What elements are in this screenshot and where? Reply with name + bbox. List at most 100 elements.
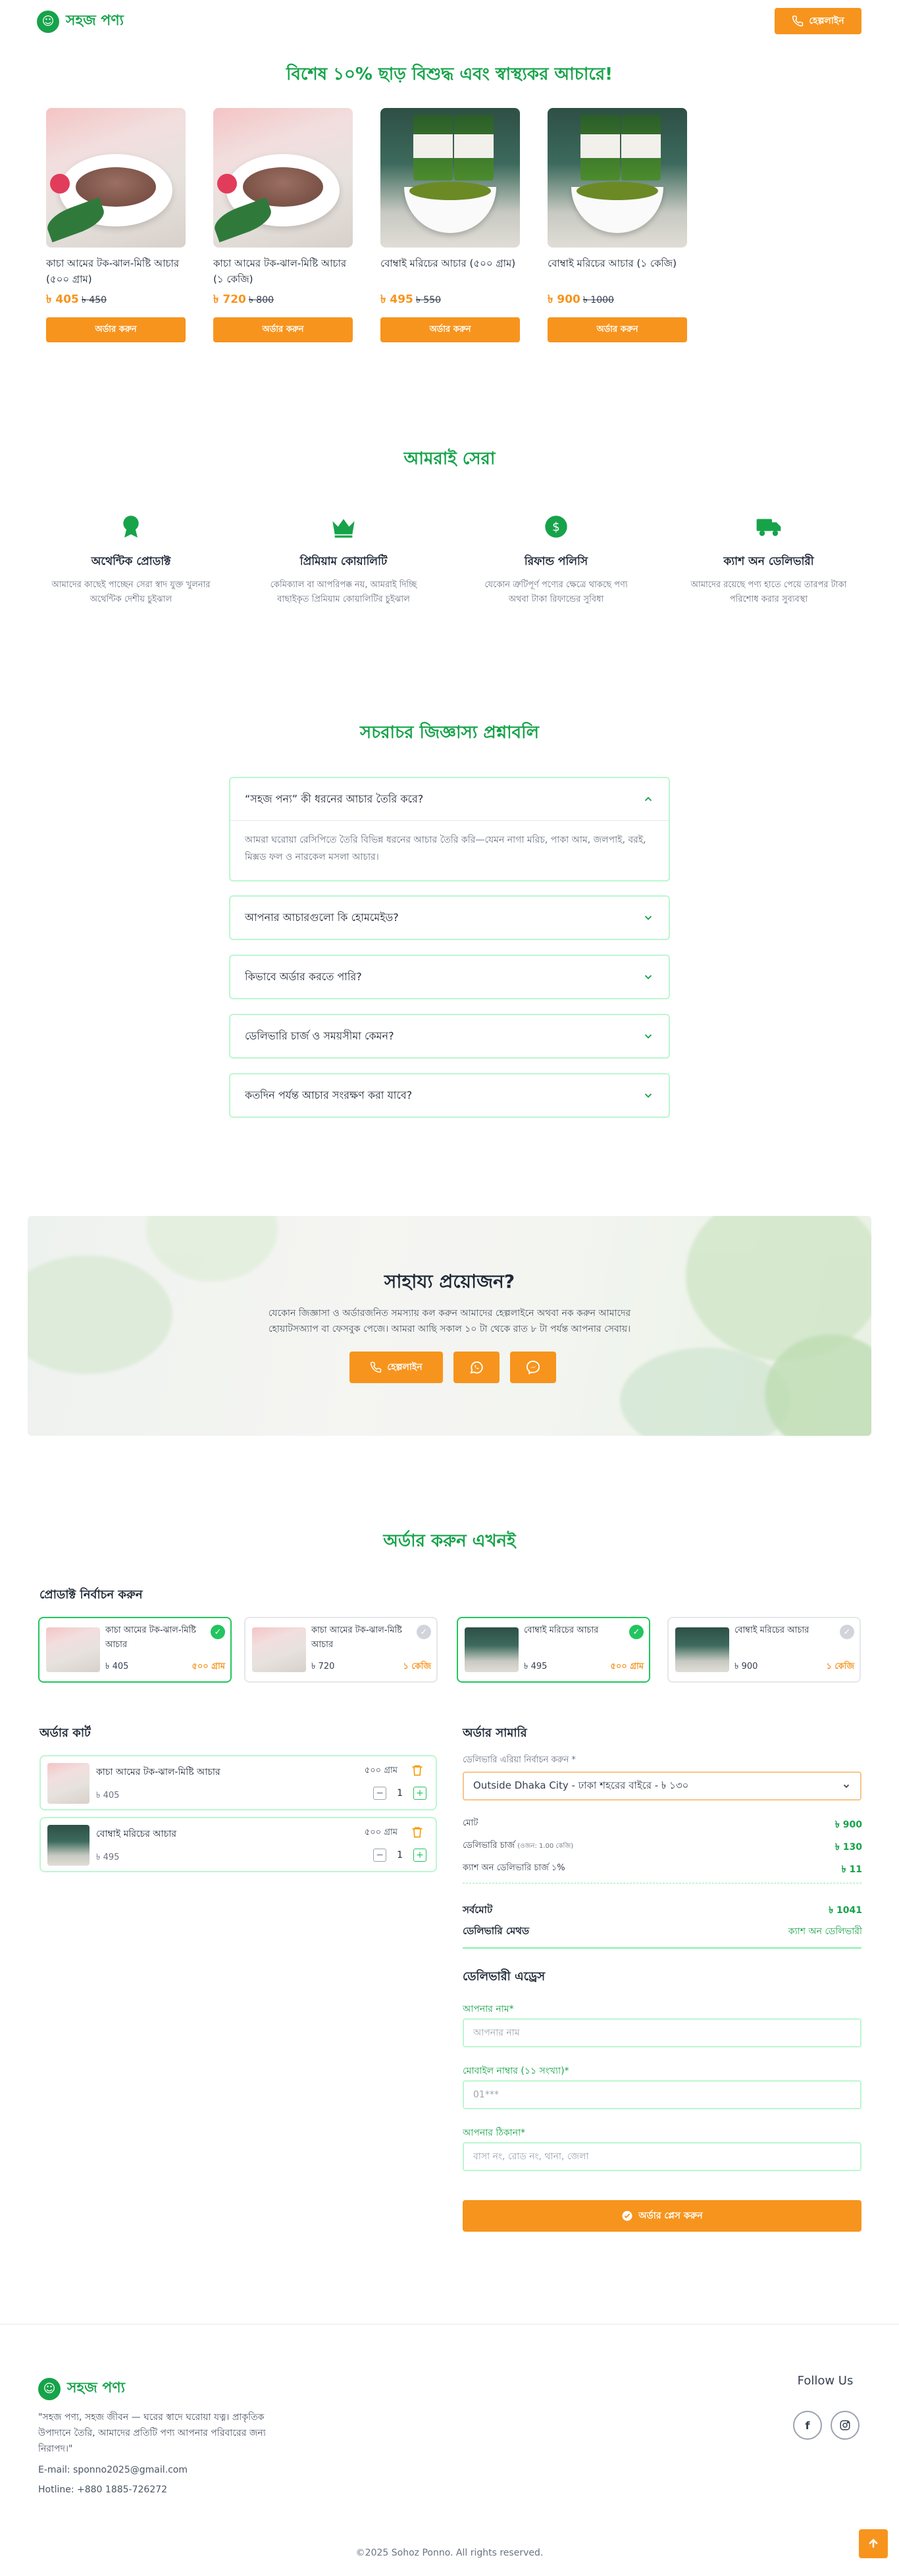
helpline-button[interactable]: হেল্পলাইন bbox=[775, 8, 861, 34]
product-image[interactable] bbox=[213, 108, 353, 248]
product-image[interactable] bbox=[380, 108, 520, 248]
brand-name: সহজ পণ্য bbox=[66, 13, 124, 29]
option-name: কাচা আমের টক-ঝাল-মিষ্টি আচার bbox=[311, 1625, 402, 1650]
whatsapp-button[interactable] bbox=[453, 1352, 500, 1383]
cod-charge-value: ৳ 11 bbox=[841, 1864, 862, 1875]
product-thumbnail bbox=[465, 1627, 519, 1672]
phone-label: মোবাইল নাম্বার (১১ সংখ্যা)* bbox=[463, 2066, 569, 2076]
facebook-icon[interactable]: f bbox=[793, 2411, 822, 2440]
why-title: আমরাই সেরা bbox=[403, 449, 496, 469]
product-option[interactable]: বোম্বাই মরিচের আচার ৳ 900 ১ কেজি ✓ bbox=[667, 1617, 861, 1683]
delivery-area-select[interactable]: Outside Dhaka City - ঢাকা শহরের বাইরে - … bbox=[463, 1772, 861, 1801]
product-image[interactable] bbox=[548, 108, 687, 248]
chevron-down-icon bbox=[843, 1784, 850, 1788]
old-price: ৳ 1000 bbox=[582, 295, 614, 305]
delivery-method-label: ডেলিভারি মেথড bbox=[463, 1925, 530, 1937]
faq-question[interactable]: কিভাবে অর্ডার করতে পারি? bbox=[230, 956, 669, 998]
helpline-label: হেল্পলাইন bbox=[809, 16, 844, 26]
order-title: অর্ডার করুন এখনই bbox=[383, 1531, 516, 1551]
trash-icon[interactable] bbox=[411, 1763, 424, 1777]
product-option[interactable]: কাচা আমের টক-ঝাল-মিষ্টি আচার ৳ 405 ৫০০ গ… bbox=[38, 1617, 232, 1683]
decrease-button[interactable]: − bbox=[373, 1849, 387, 1862]
feature-card: প্রিমিয়াম কোয়ালিটি কেমিক্যাল বা আপরিপক… bbox=[261, 513, 426, 607]
product-option[interactable]: বোম্বাই মরিচের আচার ৳ 495 ৫০০ গ্রাম ✓ bbox=[457, 1617, 650, 1683]
cart-item: কাচা আমের টক-ঝাল-মিষ্টি আচার ৳ 405 ৫০০ গ… bbox=[39, 1755, 437, 1810]
product-card: কাচা আমের টক-ঝাল-মিষ্টি আচার (১ কেজি) ৳ … bbox=[213, 108, 353, 342]
footer-email: E-mail: sponno2025@gmail.com bbox=[38, 2465, 188, 2475]
feature-title: রিফান্ড পলিসি bbox=[524, 555, 588, 568]
delivery-charge-label: ডেলিভারি চার্জ (ওজন: 1.00 কেজি) bbox=[463, 1841, 574, 1851]
certificate-icon bbox=[123, 515, 139, 538]
product-name: কাচা আমের টক-ঝাল-মিষ্টি আচার (৫০০ গ্রাম) bbox=[46, 257, 180, 285]
old-price: ৳ 800 bbox=[248, 295, 274, 305]
check-icon: ✓ bbox=[840, 1625, 854, 1639]
product-option[interactable]: কাচা আমের টক-ঝাল-মিষ্টি আচার ৳ 720 ১ কেজ… bbox=[244, 1617, 438, 1683]
site-header: ☺ সহজ পণ্য হেল্পলাইন bbox=[0, 0, 899, 41]
product-price: ৳ 495 ৳ 550 bbox=[380, 293, 442, 306]
cart-item-weight: ৫০০ গ্রাম bbox=[364, 1766, 398, 1775]
place-order-button[interactable]: অর্ডার প্লেস করুন bbox=[463, 2200, 861, 2232]
faq-question[interactable]: কতদিন পর্যন্ত আচার সংরক্ষণ করা যাবে? bbox=[230, 1074, 669, 1117]
option-name: কাচা আমের টক-ঝাল-মিষ্টি আচার bbox=[105, 1625, 196, 1650]
feature-desc: আমাদের কাছেই পাচ্ছেন সেরা স্বাদ যুক্ত খু… bbox=[51, 580, 211, 604]
option-price: ৳ 720 bbox=[311, 1662, 335, 1671]
feature-desc: যেকোন ত্রুটিপূর্ণ পণ্যের ক্ষেত্রে থাকছে … bbox=[484, 580, 628, 604]
order-button[interactable]: অর্ডার করুন bbox=[548, 317, 687, 342]
faq-question[interactable]: “সহজ পন্য” কী ধরনের আচার তৈরি করে? bbox=[230, 778, 669, 820]
product-price: ৳ 900 ৳ 1000 bbox=[548, 293, 614, 306]
address-label: আপনার ঠিকানা* bbox=[463, 2128, 526, 2138]
option-name: বোম্বাই মরিচের আচার bbox=[524, 1625, 599, 1635]
product-image[interactable] bbox=[46, 108, 186, 248]
arrow-up-icon bbox=[869, 2538, 878, 2548]
option-name: বোম্বাই মরিচের আচার bbox=[734, 1625, 809, 1635]
total-label: সর্বমোট bbox=[463, 1904, 493, 1916]
product-card: বোম্বাই মরিচের আচার (৫০০ গ্রাম) ৳ 495 ৳ 5… bbox=[380, 108, 520, 342]
product-thumbnail bbox=[46, 1627, 100, 1672]
product-thumbnail bbox=[252, 1627, 306, 1672]
subtotal-label: মোট bbox=[463, 1818, 478, 1828]
order-button[interactable]: অর্ডার করুন bbox=[380, 317, 520, 342]
whatsapp-icon bbox=[470, 1361, 483, 1374]
product-price: ৳ 720 ৳ 800 bbox=[213, 293, 274, 306]
instagram-icon[interactable] bbox=[831, 2411, 860, 2440]
product-card: বোম্বাই মরিচের আচার (১ কেজি) ৳ 900 ৳ 1000… bbox=[548, 108, 687, 342]
option-price: ৳ 900 bbox=[734, 1662, 758, 1671]
cart-thumbnail bbox=[47, 1825, 90, 1866]
product-name: বোম্বাই মরিচের আচার (১ কেজি) bbox=[548, 257, 677, 269]
truck-icon bbox=[756, 519, 781, 537]
increase-button[interactable]: + bbox=[413, 1849, 426, 1862]
refund-icon: $ bbox=[545, 515, 567, 538]
old-price: ৳ 450 bbox=[81, 295, 107, 305]
check-circle-icon bbox=[622, 2211, 632, 2221]
order-button[interactable]: অর্ডার করুন bbox=[213, 317, 353, 342]
cart-item-name: কাচা আমের টক-ঝাল-মিষ্টি আচার bbox=[96, 1767, 220, 1777]
messenger-button[interactable] bbox=[510, 1352, 556, 1383]
feature-title: অথেন্টিক প্রোডাক্ট bbox=[91, 555, 171, 568]
address-field[interactable]: বাসা নং, রোড নং, থানা, জেলা bbox=[463, 2142, 861, 2171]
faq-question[interactable]: আপনার আচারগুলো কি হোমমেইড? bbox=[230, 897, 669, 939]
order-button[interactable]: অর্ডার করুন bbox=[46, 317, 186, 342]
brand-logo[interactable]: ☺ সহজ পণ্য bbox=[37, 9, 124, 34]
chevron-down-icon bbox=[644, 975, 652, 980]
faq-question[interactable]: ডেলিভারি চার্জ ও সময়সীমা কেমন? bbox=[230, 1015, 669, 1057]
check-icon: ✓ bbox=[211, 1625, 225, 1639]
helpline-button[interactable]: হেল্পলাইন bbox=[349, 1352, 443, 1383]
phone-field[interactable]: 01*** bbox=[463, 2080, 861, 2109]
product-name: কাচা আমের টক-ঝাল-মিষ্টি আচার (১ কেজি) bbox=[213, 257, 347, 285]
option-weight: ৫০০ গ্রাম bbox=[192, 1662, 225, 1671]
product-thumbnail bbox=[675, 1627, 729, 1672]
chevron-up-icon bbox=[644, 797, 652, 801]
cart-thumbnail bbox=[47, 1763, 90, 1804]
footer-logo[interactable]: ☺ সহজ পণ্য bbox=[38, 2377, 125, 2401]
place-order-label: অর্ডার প্লেস করুন bbox=[638, 2211, 703, 2221]
cart-item-price: ৳ 405 bbox=[96, 1791, 120, 1801]
help-title: সাহায্য প্রয়োজন? bbox=[384, 1271, 515, 1292]
decrease-button[interactable]: − bbox=[373, 1787, 387, 1800]
name-field[interactable]: আপনার নাম bbox=[463, 2018, 861, 2047]
faq-item: “সহজ পন্য” কী ধরনের আচার তৈরি করে? আমরা … bbox=[229, 777, 670, 881]
trash-icon[interactable] bbox=[411, 1825, 424, 1839]
scroll-to-top-button[interactable] bbox=[859, 2529, 888, 2558]
option-price: ৳ 495 bbox=[524, 1662, 548, 1671]
chevron-down-icon bbox=[644, 916, 652, 920]
increase-button[interactable]: + bbox=[413, 1787, 426, 1800]
